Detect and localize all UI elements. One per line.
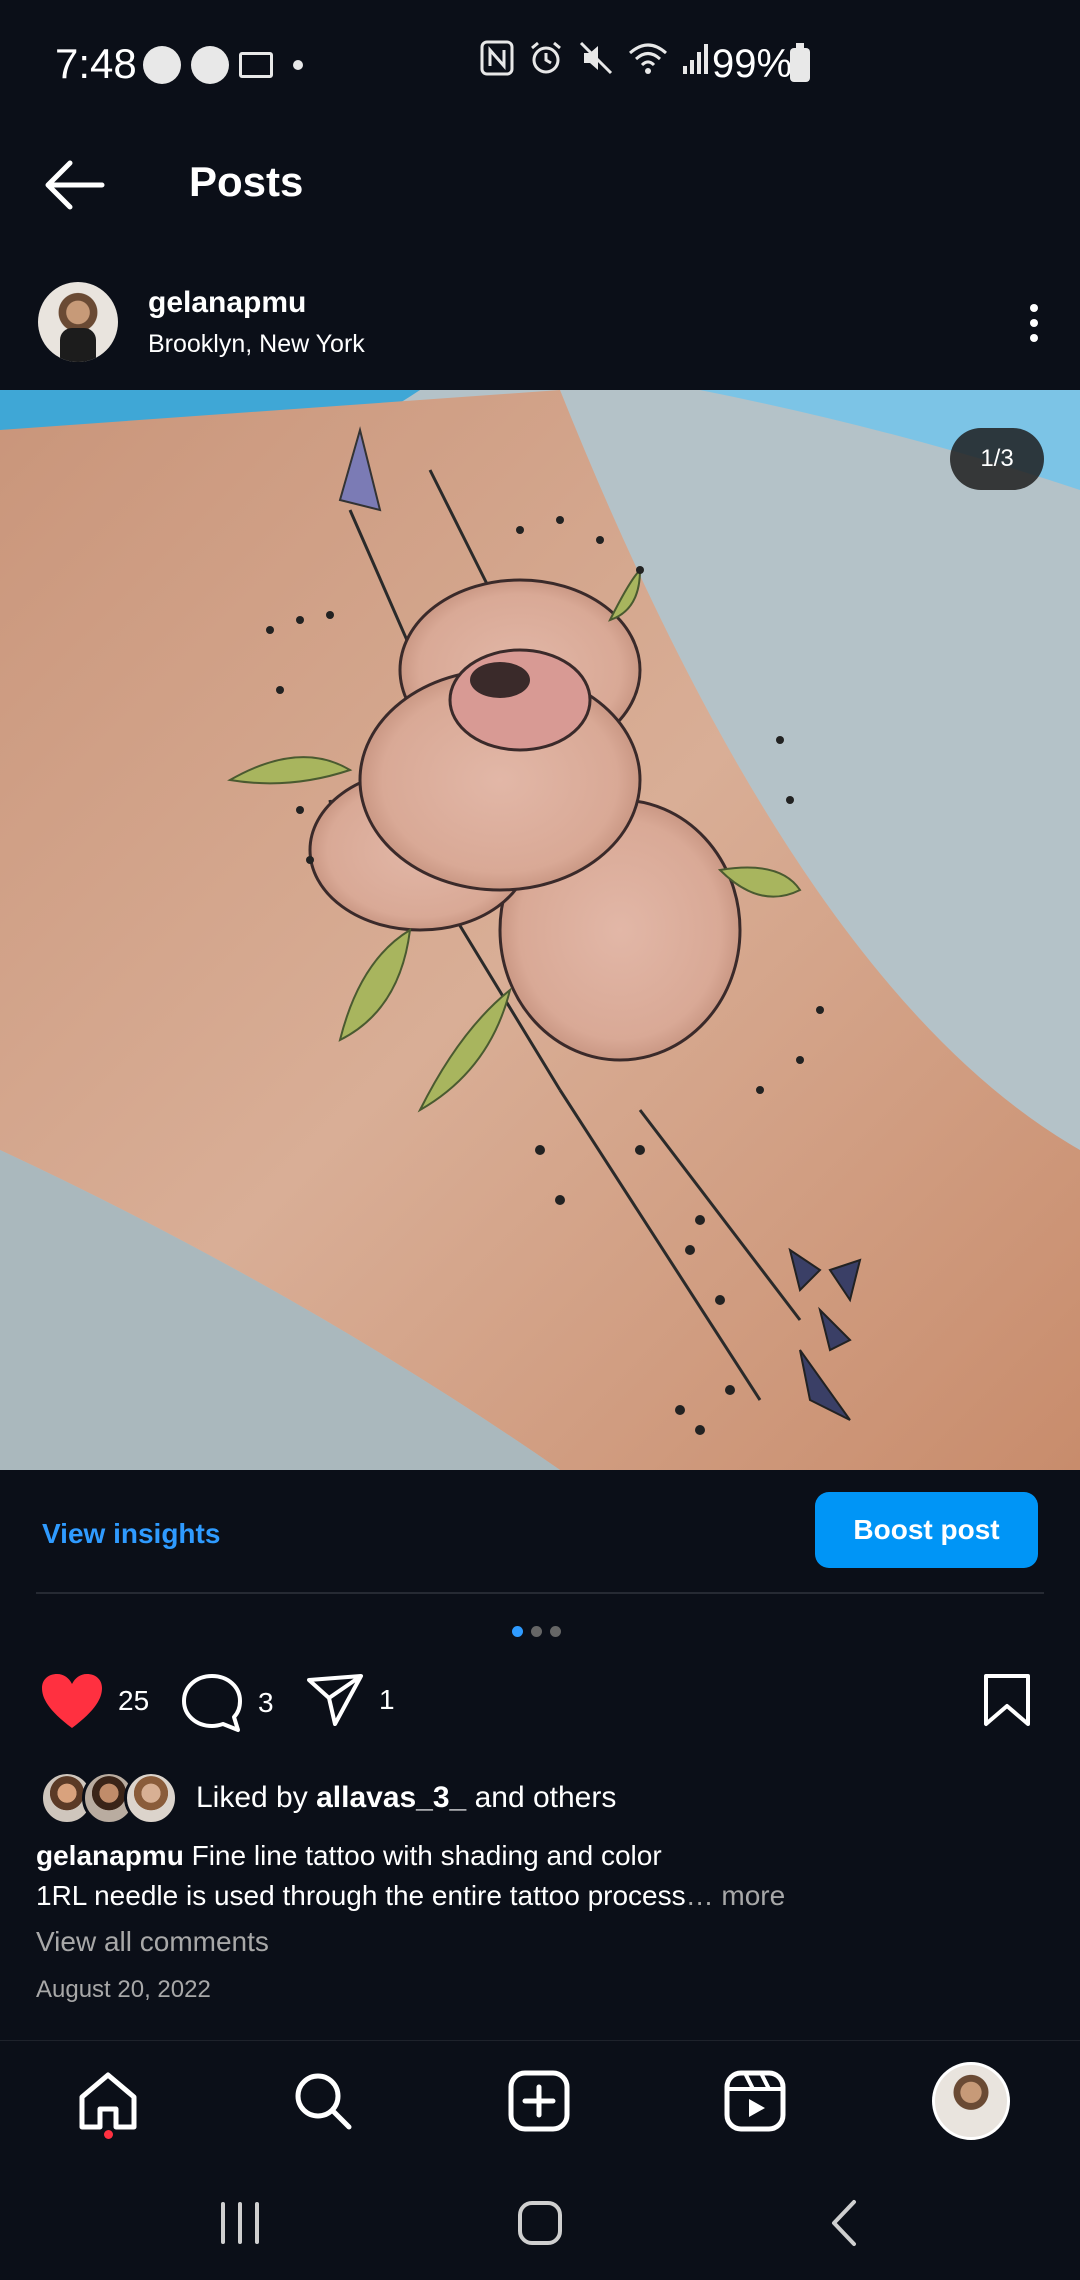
caption-line-2: 1RL needle is used through the entire ta… — [36, 1880, 686, 1911]
dot — [1030, 304, 1038, 312]
app-notification-icon — [143, 46, 181, 84]
dot — [1030, 334, 1038, 342]
post-image[interactable]: 1/3 — [0, 390, 1080, 1470]
system-navigation-bar — [0, 2180, 1080, 2280]
view-all-comments-link[interactable]: View all comments — [36, 1926, 269, 1958]
more-options-button[interactable] — [1022, 300, 1046, 350]
liked-by-text: Liked by allavas_3_ and others — [196, 1781, 616, 1815]
post-header: gelanapmu Brooklyn, New York — [0, 280, 1080, 380]
home-system-button[interactable] — [515, 2198, 565, 2253]
save-button[interactable] — [982, 1672, 1032, 1728]
carousel-dot — [550, 1626, 561, 1637]
nav-create[interactable] — [499, 2061, 579, 2141]
post-caption: gelanapmu Fine line tattoo with shading … — [36, 1836, 1046, 1916]
nav-profile[interactable] — [931, 2061, 1011, 2141]
liked-by-suffix: and others — [474, 1781, 617, 1814]
dot — [1030, 319, 1038, 327]
more-notifications-icon — [293, 60, 303, 70]
wifi-icon — [629, 43, 667, 74]
profile-avatar — [932, 2062, 1010, 2140]
nav-home[interactable] — [68, 2061, 148, 2141]
boost-post-button[interactable]: Boost post — [815, 1492, 1038, 1568]
status-bar: 7:48 99% — [0, 0, 1080, 130]
signal-icon — [683, 44, 708, 74]
liked-by-prefix: Liked by — [196, 1781, 308, 1814]
battery-level: 99% — [712, 42, 793, 86]
carousel-dot-active — [512, 1626, 523, 1637]
mail-icon — [239, 52, 273, 78]
post-date: August 20, 2022 — [36, 1976, 211, 2003]
divider — [36, 1592, 1044, 1594]
comment-button[interactable]: 3 — [180, 1672, 274, 1734]
send-icon — [307, 1674, 363, 1726]
bookmark-icon — [984, 1674, 1030, 1726]
system-status-icons — [480, 40, 712, 76]
page-header: Posts — [0, 140, 1080, 230]
home-square-icon — [518, 2201, 562, 2245]
arrow-left-icon — [45, 160, 105, 210]
status-time: 7:48 — [55, 40, 137, 87]
app-notification-icon — [191, 46, 229, 84]
share-button[interactable]: 1 — [305, 1672, 395, 1728]
comment-count: 3 — [258, 1687, 274, 1718]
search-icon — [295, 2073, 352, 2130]
caption-username[interactable]: gelanapmu — [36, 1840, 184, 1871]
nfc-icon — [480, 40, 514, 76]
alarm-icon — [531, 41, 561, 74]
like-button[interactable]: 25 — [40, 1672, 149, 1730]
post-promo-bar: View insights Boost post — [0, 1490, 1080, 1580]
tattoo-photo — [0, 390, 1080, 1470]
carousel-dot — [531, 1626, 542, 1637]
carousel-indicator — [512, 1626, 561, 1637]
back-system-button[interactable] — [820, 2198, 870, 2253]
heart-icon — [42, 1674, 102, 1728]
page-title: Posts — [189, 158, 304, 205]
chevron-left-icon — [832, 2200, 856, 2246]
back-button[interactable] — [40, 155, 110, 215]
home-icon — [79, 2072, 137, 2130]
reels-icon — [724, 2070, 786, 2132]
bottom-navigation — [0, 2040, 1080, 2166]
post-actions: 25 3 1 — [0, 1672, 1080, 1742]
share-count: 1 — [379, 1684, 395, 1715]
post-location[interactable]: Brooklyn, New York — [148, 330, 365, 359]
notification-icons — [143, 46, 303, 84]
like-count: 25 — [118, 1685, 150, 1716]
add-post-icon — [508, 2070, 570, 2132]
mute-icon — [579, 41, 613, 75]
recent-apps-icon — [221, 2202, 259, 2244]
nav-search[interactable] — [283, 2061, 363, 2141]
liker-avatar — [124, 1771, 178, 1825]
recent-apps-button[interactable] — [215, 2198, 265, 2253]
battery-icon — [790, 43, 810, 82]
nav-reels[interactable] — [715, 2061, 795, 2141]
liked-by-user[interactable]: allavas_3_ — [316, 1781, 466, 1814]
caption-line-1: Fine line tattoo with shading and color — [191, 1840, 662, 1871]
view-insights-link[interactable]: View insights — [42, 1518, 220, 1550]
avatar[interactable] — [38, 282, 118, 362]
post-username[interactable]: gelanapmu — [148, 286, 306, 320]
liked-by-row[interactable]: Liked by allavas_3_ and others — [40, 1770, 616, 1826]
caption-more-link[interactable]: … more — [686, 1880, 786, 1911]
image-counter: 1/3 — [950, 428, 1044, 490]
comment-icon — [182, 1674, 242, 1732]
notification-dot — [104, 2130, 113, 2139]
